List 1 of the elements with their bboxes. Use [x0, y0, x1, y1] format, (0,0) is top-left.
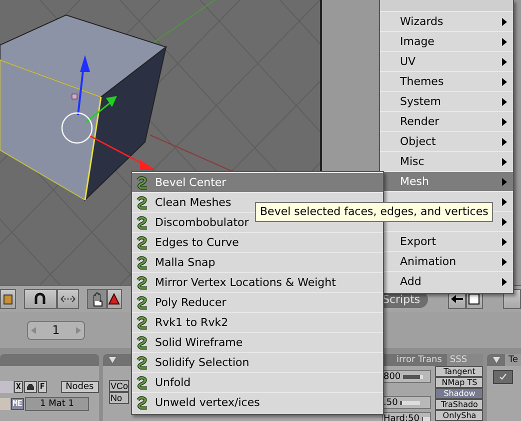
tooltip: Bevel selected faces, edges, and vertices: [255, 202, 494, 222]
